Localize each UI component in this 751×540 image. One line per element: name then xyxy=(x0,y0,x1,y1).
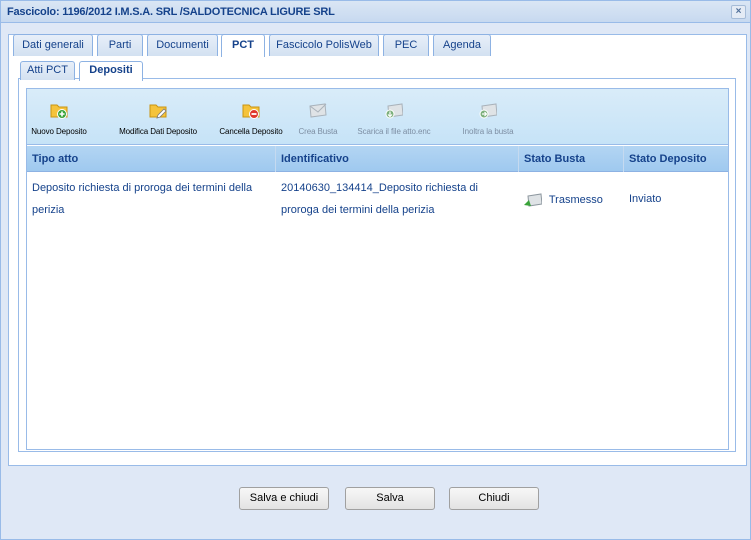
tab-pct[interactable]: PCT xyxy=(221,34,265,57)
subtab-atti-pct[interactable]: Atti PCT xyxy=(20,61,75,80)
identificativo-line-1: 20140630_134414_Deposito richiesta di xyxy=(281,182,478,194)
send-envelope-icon xyxy=(479,103,497,119)
cancella-deposito-label: Cancella Deposito xyxy=(219,127,283,136)
save-button[interactable]: Salva xyxy=(345,487,435,510)
inoltra-busta-button[interactable]: Inoltra la busta xyxy=(447,101,529,143)
envelope-icon xyxy=(309,103,327,118)
scarica-file-label: Scarica il file atto.enc xyxy=(357,127,431,136)
tab-fascicolo-polisweb[interactable]: Fascicolo PolisWeb xyxy=(269,34,379,56)
crea-busta-label: Crea Busta xyxy=(298,127,338,136)
column-header-stato-busta[interactable]: Stato Busta xyxy=(519,146,624,172)
column-header-stato-deposito[interactable]: Stato Deposito xyxy=(624,146,728,172)
cell-tipo-atto: Deposito richiesta di proroga dei termin… xyxy=(27,177,276,221)
cancella-deposito-button[interactable]: Cancella Deposito xyxy=(211,101,291,143)
grid-header: Tipo atto Identificativo Stato Busta Sta… xyxy=(27,146,728,172)
scarica-file-button[interactable]: Scarica il file atto.enc xyxy=(345,101,443,143)
tipo-atto-line-2: perizia xyxy=(32,204,65,216)
tab-agenda[interactable]: Agenda xyxy=(433,34,491,56)
nuovo-deposito-label: Nuovo Deposito xyxy=(31,127,87,136)
title-bar[interactable]: Fascicolo: 1196/2012 I.M.S.A. SRL /SALDO… xyxy=(1,1,750,23)
cell-stato-busta: Trasmesso xyxy=(519,189,624,211)
close-button[interactable]: Chiudi xyxy=(449,487,539,510)
tab-documenti[interactable]: Documenti xyxy=(147,34,218,56)
table-row[interactable]: Deposito richiesta di proroga dei termin… xyxy=(27,173,728,229)
subtab-depositi[interactable]: Depositi xyxy=(79,61,143,81)
identificativo-line-2: proroga dei termini della perizia xyxy=(281,204,435,216)
inoltra-busta-label: Inoltra la busta xyxy=(462,127,514,136)
tab-pec[interactable]: PEC xyxy=(383,34,429,56)
toolbar: Nuovo Deposito Modifica Dati Deposito Ca… xyxy=(27,89,728,145)
window-title: Fascicolo: 1196/2012 I.M.S.A. SRL /SALDO… xyxy=(7,6,335,18)
cell-stato-deposito: Inviato xyxy=(624,188,728,210)
stato-deposito-value: Inviato xyxy=(629,193,662,205)
modifica-dati-deposito-button[interactable]: Modifica Dati Deposito xyxy=(111,101,205,143)
cell-identificativo: 20140630_134414_Deposito richiesta di pr… xyxy=(276,177,519,221)
tab-dati-generali[interactable]: Dati generali xyxy=(13,34,93,56)
save-close-button[interactable]: Salva e chiudi xyxy=(239,487,329,510)
folder-edit-icon xyxy=(149,104,167,119)
sent-envelope-icon xyxy=(524,193,542,207)
tab-parti[interactable]: Parti xyxy=(97,34,143,56)
download-envelope-icon xyxy=(385,103,403,119)
modifica-dati-deposito-label: Modifica Dati Deposito xyxy=(119,127,197,136)
folder-add-icon xyxy=(50,104,68,119)
depositi-panel: Nuovo Deposito Modifica Dati Deposito Ca… xyxy=(26,88,729,450)
stato-busta-value: Trasmesso xyxy=(548,194,603,206)
tipo-atto-line-1: Deposito richiesta di proroga dei termin… xyxy=(32,182,253,194)
column-header-identificativo[interactable]: Identificativo xyxy=(276,146,519,172)
column-header-tipo-atto[interactable]: Tipo atto xyxy=(27,146,276,172)
nuovo-deposito-button[interactable]: Nuovo Deposito xyxy=(29,101,89,143)
folder-delete-icon xyxy=(242,104,260,119)
crea-busta-button[interactable]: Crea Busta xyxy=(295,101,341,143)
close-icon[interactable]: × xyxy=(731,5,746,19)
